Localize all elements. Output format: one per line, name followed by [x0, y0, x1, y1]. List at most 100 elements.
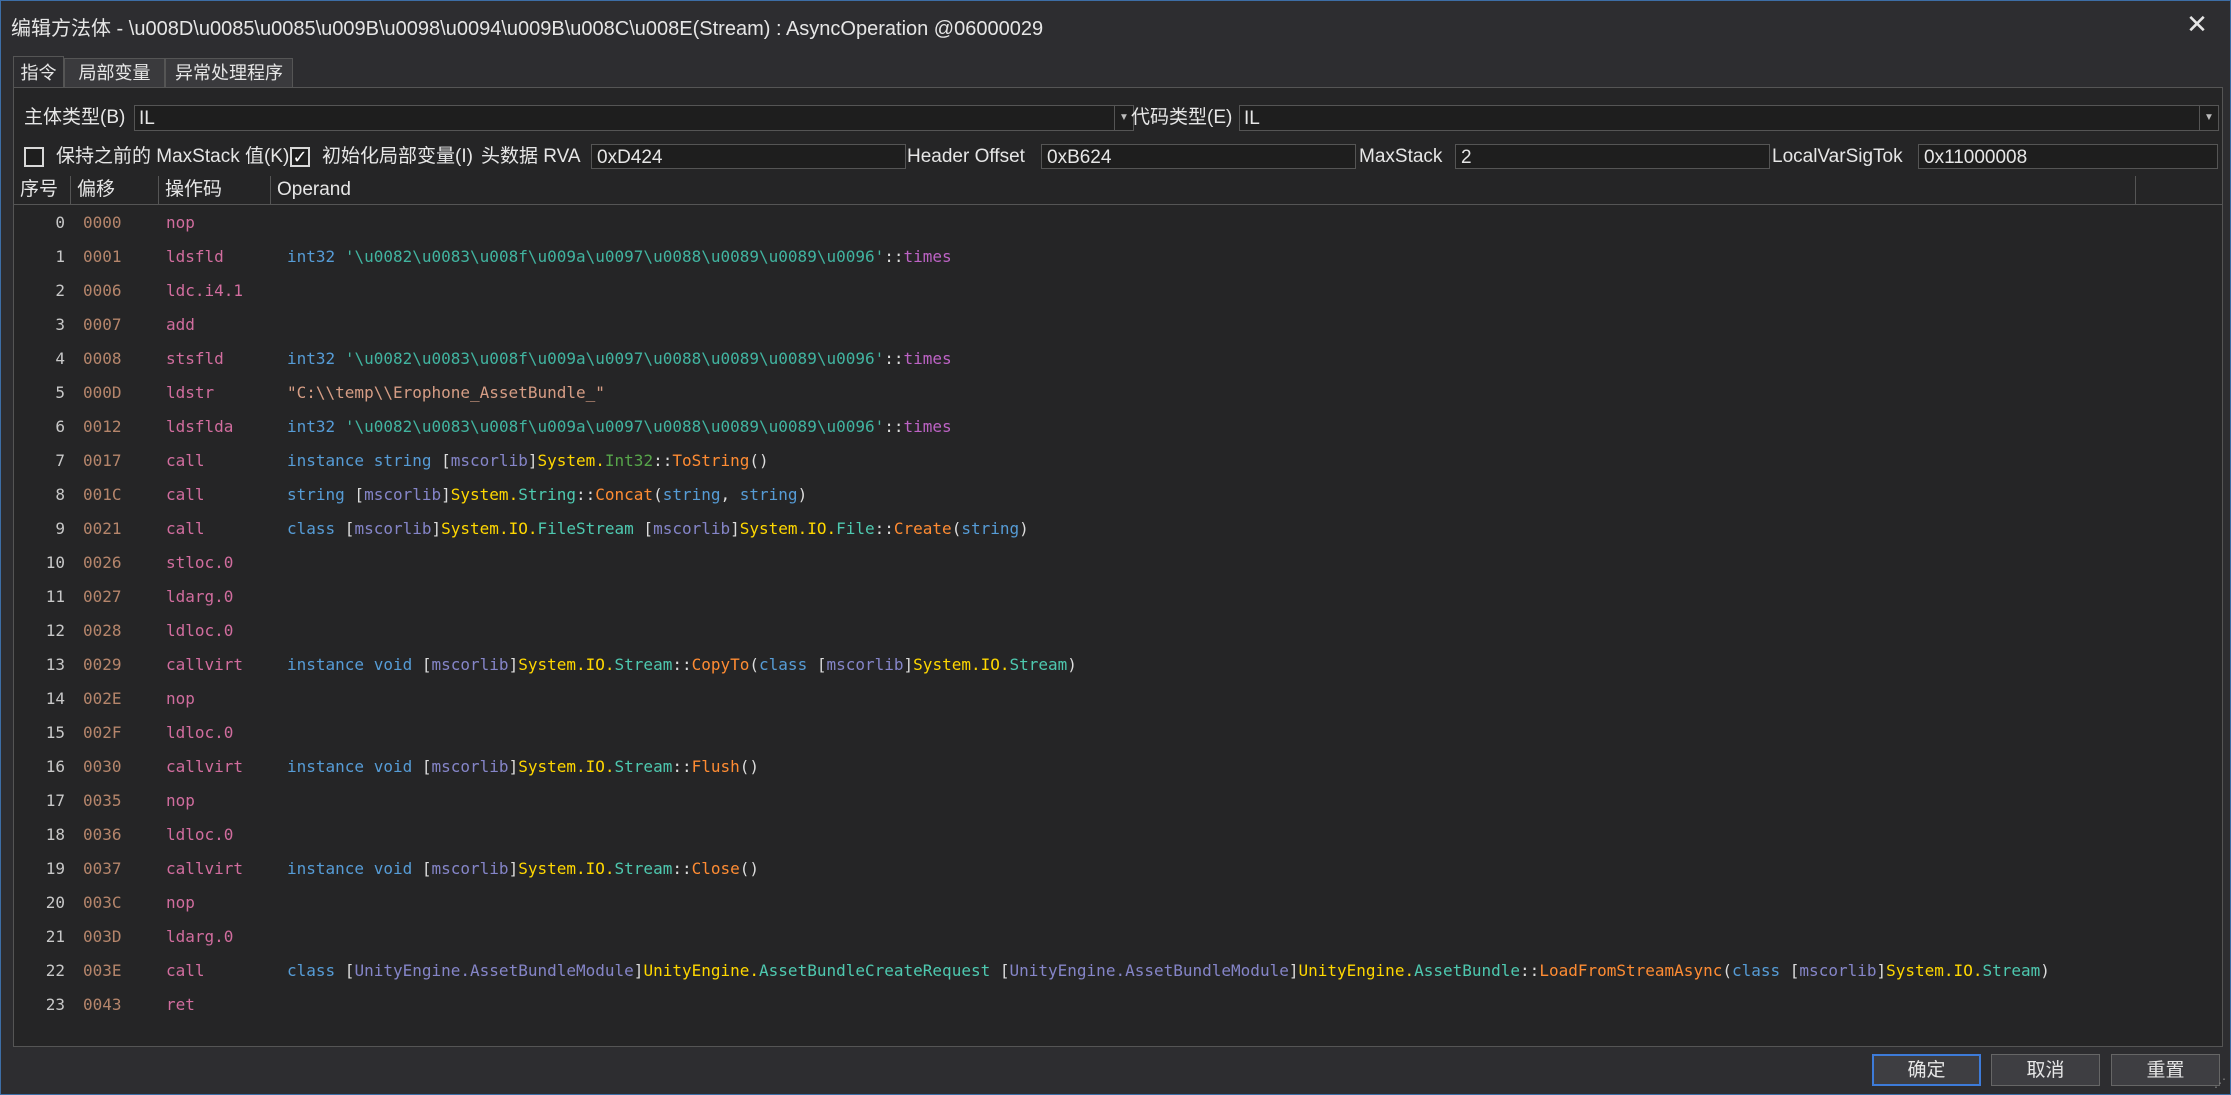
- reset-button[interactable]: 重置: [2111, 1054, 2220, 1086]
- instruction-row[interactable]: 7 0017 call instance string [mscorlib]Syste…: [14, 444, 2222, 478]
- localvarsigtok-field[interactable]: 0x11000008: [1918, 144, 2218, 169]
- operand-token: Int32: [604, 451, 654, 470]
- tab-locals[interactable]: 局部变量: [64, 58, 165, 88]
- tab-exception-handlers[interactable]: 异常处理程序: [165, 58, 293, 88]
- instruction-row[interactable]: 1 0001 ldsfld int32 '\u0082\u0083\u008f\u00…: [14, 240, 2222, 274]
- operand-token: [: [335, 961, 355, 980]
- operand-token: instance void: [287, 859, 413, 878]
- operand-token: string: [739, 485, 798, 504]
- operand-token: ::: [672, 757, 692, 776]
- operand-token: Stream: [614, 655, 673, 674]
- init-locals-checkbox[interactable]: ✓: [290, 147, 310, 167]
- instruction-index: 20: [45, 893, 65, 912]
- instruction-row[interactable]: 22 003E call class [UnityEngine.AssetBundle…: [14, 954, 2222, 988]
- instruction-row[interactable]: 19 0037 callvirt instance void [mscorlib]Sy…: [14, 852, 2222, 886]
- instruction-opcode: callvirt: [166, 655, 244, 674]
- code-type-combo[interactable]: IL ▼: [1239, 105, 2219, 131]
- operand-token: File: [836, 519, 875, 538]
- operand-token: System.: [450, 485, 519, 504]
- operand-token: CopyTo: [691, 655, 750, 674]
- instruction-index: 13: [45, 655, 65, 674]
- operand-token: System.IO.: [518, 757, 615, 776]
- init-locals-label: 初始化局部变量(I): [322, 146, 473, 167]
- instruction-row[interactable]: 15 002F ldloc.0: [14, 716, 2222, 750]
- instruction-row[interactable]: 20 003C nop: [14, 886, 2222, 920]
- maxstack-field[interactable]: 2: [1455, 144, 1770, 169]
- operand-token: ]: [903, 655, 914, 674]
- operand-token: ): [2040, 961, 2050, 980]
- operand-token: ::: [576, 485, 596, 504]
- instruction-grid-header: 序号 偏移 操作码 Operand: [14, 176, 2222, 205]
- column-header-index[interactable]: 序号: [14, 176, 71, 204]
- title-bar[interactable]: 编辑方法体 - \u008D\u0085\u0085\u009B\u0098\u…: [1, 1, 2230, 47]
- operand-token: (: [1722, 961, 1732, 980]
- header-offset-field[interactable]: 0xB624: [1041, 144, 1356, 169]
- instruction-operand: instance void [mscorlib]System.IO.Stream…: [287, 750, 759, 784]
- keep-maxstack-checkbox[interactable]: [24, 147, 44, 167]
- instruction-offset: 0043: [83, 995, 122, 1014]
- operand-token: class: [759, 655, 808, 674]
- operand-token: (: [653, 485, 663, 504]
- instruction-opcode: call: [166, 451, 205, 470]
- instruction-index: 23: [45, 995, 65, 1014]
- instruction-operand: "C:\\temp\\Erophone_AssetBundle_": [287, 376, 605, 410]
- instruction-row[interactable]: 4 0008 stsfld int32 '\u0082\u0083\u008f\u00…: [14, 342, 2222, 376]
- ok-button[interactable]: 确定: [1872, 1054, 1981, 1086]
- operand-token: class: [287, 519, 336, 538]
- instruction-row[interactable]: 5 000D ldstr "C:\\temp\\Erophone_AssetBundl…: [14, 376, 2222, 410]
- operand-token: (): [749, 451, 769, 470]
- tab-instructions[interactable]: 指令: [13, 56, 64, 88]
- close-icon[interactable]: ✕: [2182, 9, 2212, 39]
- instruction-row[interactable]: 0 0000 nop: [14, 206, 2222, 240]
- instruction-row[interactable]: 6 0012 ldsflda int32 '\u0082\u0083\u008f\u0…: [14, 410, 2222, 444]
- instruction-index: 1: [55, 247, 65, 266]
- instruction-row[interactable]: 10 0026 stloc.0: [14, 546, 2222, 580]
- instruction-opcode: stloc.0: [166, 553, 234, 572]
- instruction-index: 4: [55, 349, 65, 368]
- instruction-index: 14: [45, 689, 65, 708]
- instruction-row[interactable]: 3 0007 add: [14, 308, 2222, 342]
- instruction-row[interactable]: 23 0043 ret: [14, 988, 2222, 1022]
- operand-token: [335, 247, 345, 266]
- instruction-index: 5: [55, 383, 65, 402]
- header-rva-field[interactable]: 0xD424: [591, 144, 906, 169]
- instruction-opcode: callvirt: [166, 757, 244, 776]
- operand-token: [335, 417, 345, 436]
- instruction-row[interactable]: 16 0030 callvirt instance void [mscorlib]Sy…: [14, 750, 2222, 784]
- instruction-row[interactable]: 13 0029 callvirt instance void [mscorlib]Sy…: [14, 648, 2222, 682]
- chevron-down-icon[interactable]: ▼: [2199, 106, 2218, 130]
- operand-token: '\u0082\u0083\u008f\u009a\u0097\u0088\u0…: [344, 247, 885, 266]
- instruction-row[interactable]: 9 0021 call class [mscorlib]System.IO.FileS…: [14, 512, 2222, 546]
- instruction-offset: 0027: [83, 587, 122, 606]
- instruction-operand: int32 '\u0082\u0083\u008f\u009a\u0097\u0…: [287, 342, 952, 376]
- body-type-label: 主体类型(B): [24, 107, 126, 128]
- instruction-row[interactable]: 8 001C call string [mscorlib]System.String:…: [14, 478, 2222, 512]
- body-type-combo[interactable]: IL ▼: [134, 105, 1134, 131]
- instruction-row[interactable]: 21 003D ldarg.0: [14, 920, 2222, 954]
- operand-token: ): [1067, 655, 1077, 674]
- operand-token: (): [739, 757, 760, 776]
- column-header-operand[interactable]: Operand: [271, 176, 2136, 204]
- instruction-row[interactable]: 18 0036 ldloc.0: [14, 818, 2222, 852]
- instruction-row[interactable]: 11 0027 ldarg.0: [14, 580, 2222, 614]
- resize-grip-icon[interactable]: ⋰: [2214, 1076, 2226, 1090]
- instruction-row[interactable]: 2 0006 ldc.i4.1: [14, 274, 2222, 308]
- instruction-row[interactable]: 12 0028 ldloc.0: [14, 614, 2222, 648]
- instruction-row[interactable]: 14 002E nop: [14, 682, 2222, 716]
- column-header-offset[interactable]: 偏移: [71, 176, 159, 204]
- operand-token: [: [807, 655, 827, 674]
- operand-token: System.IO.: [441, 519, 538, 538]
- instruction-offset: 0000: [83, 213, 122, 232]
- instruction-offset: 003C: [83, 893, 122, 912]
- cancel-button[interactable]: 取消: [1991, 1054, 2100, 1086]
- operand-token: ::: [1520, 961, 1540, 980]
- operand-token: '\u0082\u0083\u008f\u009a\u0097\u0088\u0…: [344, 417, 885, 436]
- instruction-opcode: callvirt: [166, 859, 244, 878]
- instruction-index: 2: [55, 281, 65, 300]
- column-header-opcode[interactable]: 操作码: [159, 176, 271, 204]
- edit-method-body-dialog: 编辑方法体 - \u008D\u0085\u0085\u009B\u0098\u…: [0, 0, 2231, 1095]
- instruction-offset: 0006: [83, 281, 122, 300]
- instruction-index: 9: [55, 519, 65, 538]
- instruction-operand: instance void [mscorlib]System.IO.Stream…: [287, 648, 1077, 682]
- instruction-row[interactable]: 17 0035 nop: [14, 784, 2222, 818]
